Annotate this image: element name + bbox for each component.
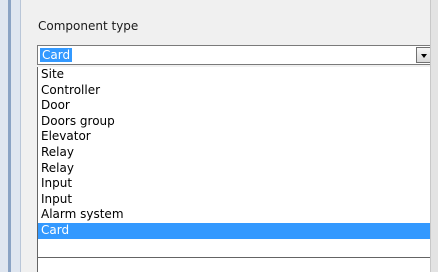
component-type-label: Component type xyxy=(38,19,139,33)
dropdown-item-card[interactable]: Card xyxy=(38,222,433,239)
left-panel-accent xyxy=(8,0,11,272)
combo-selected-value: Card xyxy=(40,48,73,62)
dropdown-item-input[interactable]: Input xyxy=(38,192,433,208)
component-panel: Component type Card Site Controller Door… xyxy=(22,0,434,272)
component-type-dropdown-list: Site Controller Door Doors group Elevato… xyxy=(37,67,434,272)
chevron-down-icon xyxy=(421,54,427,58)
dropdown-item-relay[interactable]: Relay xyxy=(38,161,433,177)
left-panel-strip xyxy=(0,0,21,272)
dropdown-item-site[interactable]: Site xyxy=(38,67,433,83)
component-type-combobox[interactable]: Card xyxy=(37,45,434,65)
dropdown-item-controller[interactable]: Controller xyxy=(38,83,433,99)
dropdown-item-door[interactable]: Door xyxy=(38,98,433,114)
dropdown-item-elevator[interactable]: Elevator xyxy=(38,129,433,145)
dropdown-item-input[interactable]: Input xyxy=(38,176,433,192)
right-panel-strip xyxy=(430,0,438,272)
dropdown-item-relay[interactable]: Relay xyxy=(38,145,433,161)
dropdown-underlying-field xyxy=(37,257,434,272)
dropdown-item-alarm-system[interactable]: Alarm system xyxy=(38,207,433,223)
dropdown-item-doors-group[interactable]: Doors group xyxy=(38,114,433,130)
